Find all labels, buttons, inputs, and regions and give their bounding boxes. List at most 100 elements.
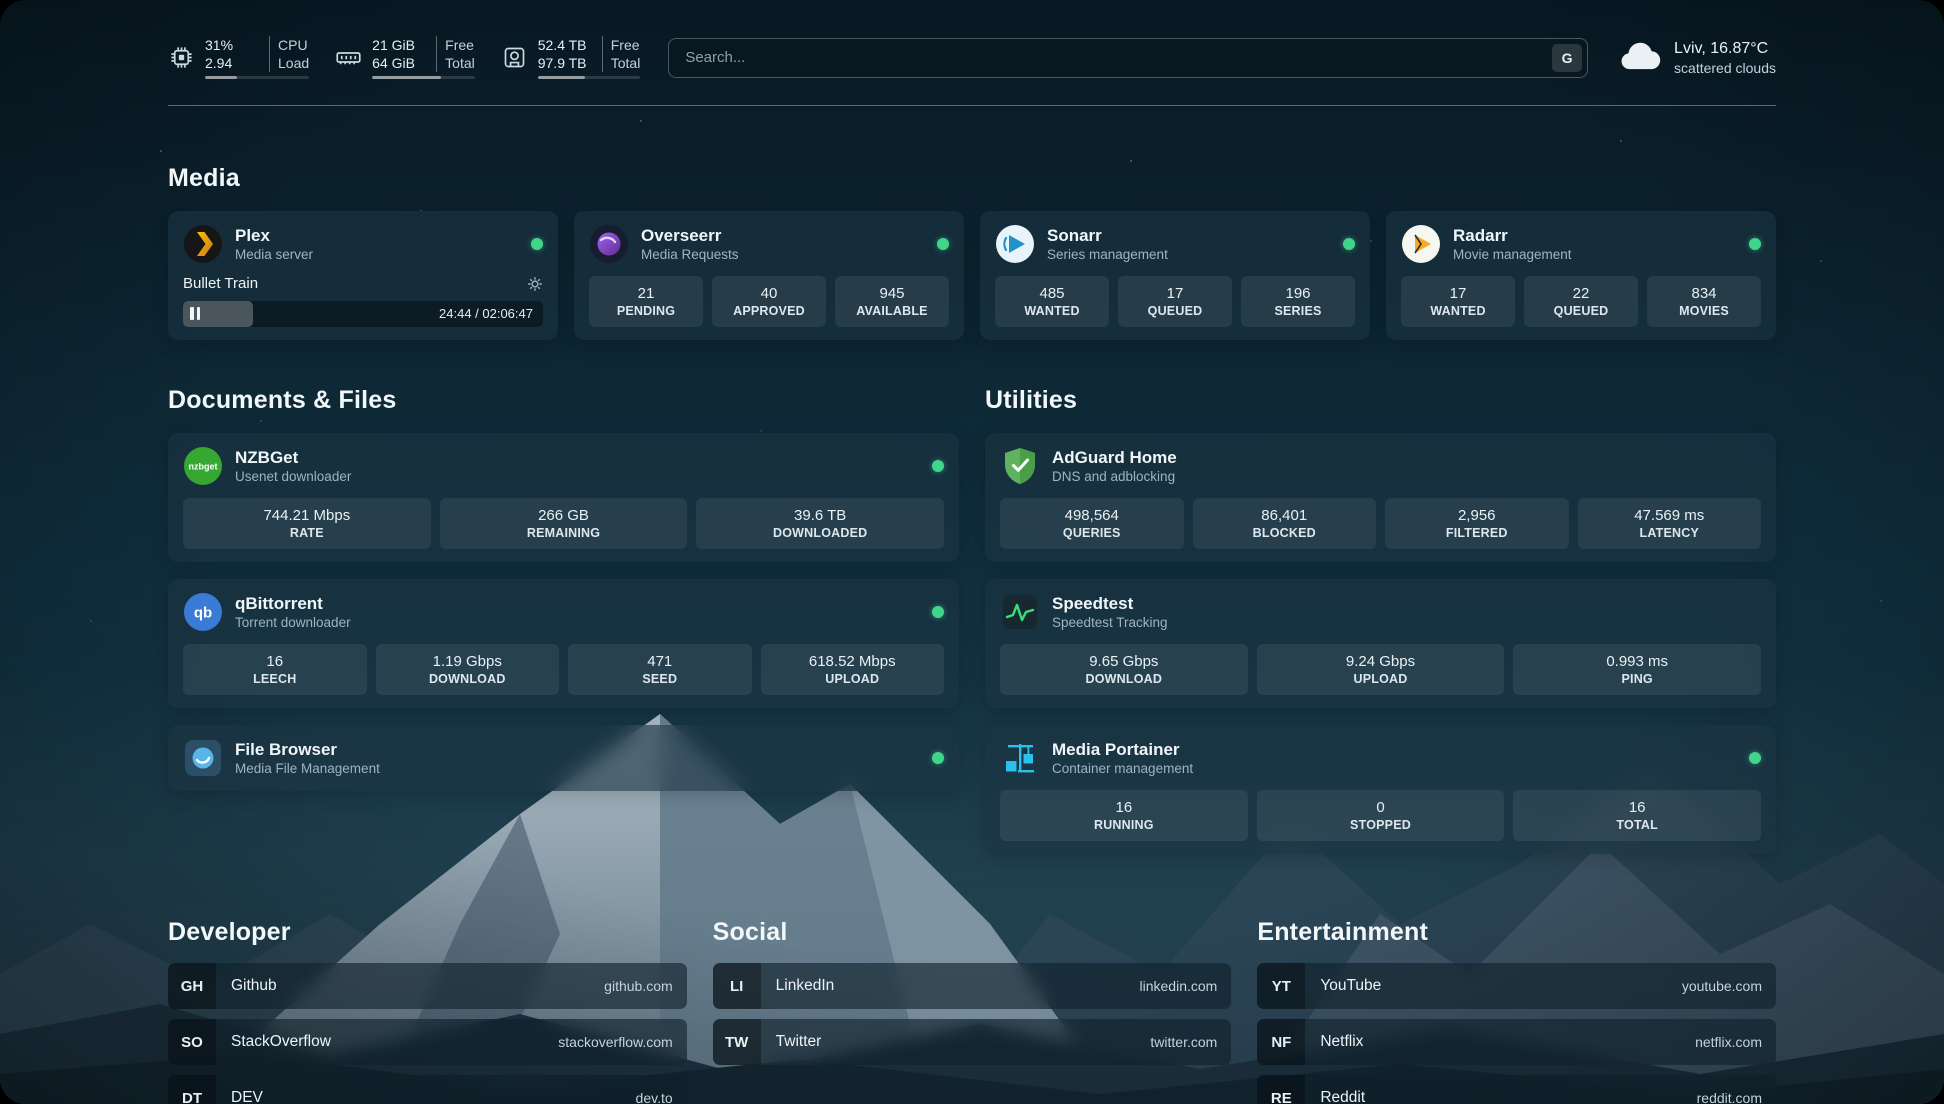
portainer-stat-stopped: 0 STOPPED — [1257, 790, 1505, 841]
section-entertainment: Entertainment YT YouTube youtube.com NF … — [1257, 918, 1776, 1104]
reddit-icon: RE — [1257, 1075, 1305, 1104]
bookmark-twitter[interactable]: TW Twitter twitter.com — [713, 1019, 1232, 1065]
bookmark-reddit[interactable]: RE Reddit reddit.com — [1257, 1075, 1776, 1104]
overseerr-stat-pending: 21 PENDING — [589, 276, 703, 327]
portainer-stat-running: 16 RUNNING — [1000, 790, 1248, 841]
portainer-name: Media Portainer — [1052, 739, 1193, 760]
cpu-load: 2.94 — [205, 54, 263, 72]
radarr-stat-queued: 22 QUEUED — [1524, 276, 1638, 327]
radarr-status-indicator — [1749, 238, 1761, 250]
memory-total-label: Total — [436, 54, 475, 72]
nzbget-stat-remaining: 266 GB REMAINING — [440, 498, 688, 549]
adguard-icon — [1000, 446, 1040, 486]
social-section-title: Social — [713, 918, 1232, 947]
memory-total: 64 GiB — [372, 54, 430, 72]
adguard-name: AdGuard Home — [1052, 447, 1177, 468]
sonarr-stat-series: 196 SERIES — [1241, 276, 1355, 327]
memory-free: 21 GiB — [372, 36, 430, 54]
section-documents-files: Documents & Files nzbget — [168, 386, 959, 854]
bookmark-netflix[interactable]: NF Netflix netflix.com — [1257, 1019, 1776, 1065]
youtube-icon: YT — [1257, 963, 1305, 1009]
qbittorrent-stat-download: 1.19 Gbps DOWNLOAD — [376, 644, 560, 695]
speedtest-stat-ping: 0.993 ms PING — [1513, 644, 1761, 695]
cpu-load-label: Load — [269, 54, 309, 72]
system-stats: 31%CPU 2.94Load 21 GiBFree 64 Gi — [168, 36, 640, 79]
entertainment-section-title: Entertainment — [1257, 918, 1776, 947]
weather-condition: scattered clouds — [1674, 59, 1776, 77]
search-bar[interactable]: G — [668, 38, 1588, 78]
qbittorrent-stat-upload: 618.52 Mbps UPLOAD — [761, 644, 945, 695]
adguard-stat-filtered: 2,956 FILTERED — [1385, 498, 1569, 549]
speedtest-stat-download: 9.65 Gbps DOWNLOAD — [1000, 644, 1248, 695]
dev-icon: DT — [168, 1075, 216, 1104]
sonarr-card[interactable]: Sonarr Series management 485 WANTED 17 Q… — [980, 211, 1370, 340]
portainer-card[interactable]: Media Portainer Container management 16 … — [985, 725, 1776, 854]
speedtest-card[interactable]: Speedtest Speedtest Tracking 9.65 Gbps D… — [985, 579, 1776, 708]
svg-text:qb: qb — [194, 605, 212, 622]
qbittorrent-icon: qb — [183, 592, 223, 632]
bookmark-github[interactable]: GH Github github.com — [168, 963, 687, 1009]
nzbget-name: NZBGet — [235, 447, 351, 468]
bookmark-linkedin[interactable]: LI LinkedIn linkedin.com — [713, 963, 1232, 1009]
disk-free: 52.4 TB — [538, 36, 596, 54]
weather-widget: Lviv, 16.87°C scattered clouds — [1616, 39, 1776, 77]
section-utilities: Utilities — [985, 386, 1776, 854]
header-divider — [168, 105, 1776, 106]
speedtest-stat-upload: 9.24 Gbps UPLOAD — [1257, 644, 1505, 695]
overseerr-icon — [589, 224, 629, 264]
pause-button[interactable] — [190, 307, 200, 320]
sonarr-name: Sonarr — [1047, 225, 1168, 246]
overseerr-stat-approved: 40 APPROVED — [712, 276, 826, 327]
developer-section-title: Developer — [168, 918, 687, 947]
speedtest-subtitle: Speedtest Tracking — [1052, 614, 1168, 631]
search-engine-button[interactable]: G — [1552, 44, 1582, 72]
nzbget-card[interactable]: nzbget NZBGet Usenet downloader 74 — [168, 433, 959, 562]
radarr-subtitle: Movie management — [1453, 246, 1572, 263]
radarr-name: Radarr — [1453, 225, 1572, 246]
nzbget-stat-downloaded: 39.6 TB DOWNLOADED — [696, 498, 944, 549]
radarr-card[interactable]: Radarr Movie management 17 WANTED 22 QUE… — [1386, 211, 1776, 340]
bookmark-youtube[interactable]: YT YouTube youtube.com — [1257, 963, 1776, 1009]
adguard-card[interactable]: AdGuard Home DNS and adblocking 498,564 … — [985, 433, 1776, 562]
bookmark-stackoverflow[interactable]: SO StackOverflow stackoverflow.com — [168, 1019, 687, 1065]
now-playing-title: Bullet Train — [183, 275, 258, 292]
memory-widget: 21 GiB Free 64 GiB Total — [335, 36, 475, 79]
radarr-icon — [1401, 224, 1441, 264]
memory-icon — [335, 44, 362, 71]
qbittorrent-status-indicator — [932, 606, 944, 618]
portainer-status-indicator — [1749, 752, 1761, 764]
memory-free-label: Free — [436, 36, 474, 54]
weather-location: Lviv, 16.87°C — [1674, 39, 1776, 59]
plex-subtitle: Media server — [235, 246, 313, 263]
adguard-subtitle: DNS and adblocking — [1052, 468, 1177, 485]
disk-total: 97.9 TB — [538, 54, 596, 72]
player-settings-gear-icon[interactable] — [527, 276, 543, 292]
filebrowser-subtitle: Media File Management — [235, 760, 380, 777]
sonarr-stat-wanted: 485 WANTED — [995, 276, 1109, 327]
nzbget-stat-rate: 744.21 Mbps RATE — [183, 498, 431, 549]
plex-status-indicator — [531, 238, 543, 250]
linkedin-icon: LI — [713, 963, 761, 1009]
dashboard-screen: 31%CPU 2.94Load 21 GiBFree 64 Gi — [0, 0, 1944, 1104]
playback-progress-bar[interactable]: 24:44 / 02:06:47 — [183, 301, 543, 327]
radarr-stat-movies: 834 MOVIES — [1647, 276, 1761, 327]
cpu-label: CPU — [269, 36, 308, 54]
adguard-stat-queries: 498,564 QUERIES — [1000, 498, 1184, 549]
portainer-subtitle: Container management — [1052, 760, 1193, 777]
plex-card[interactable]: Plex Media server Bullet Train — [168, 211, 558, 340]
overseerr-name: Overseerr — [641, 225, 739, 246]
github-icon: GH — [168, 963, 216, 1009]
filebrowser-icon — [183, 738, 223, 778]
overseerr-card[interactable]: Overseerr Media Requests 21 PENDING 40 A… — [574, 211, 964, 340]
bookmark-dev[interactable]: DT DEV dev.to — [168, 1075, 687, 1104]
section-developer: Developer GH Github github.com SO StackO… — [168, 918, 687, 1104]
sonarr-status-indicator — [1343, 238, 1355, 250]
cpu-chip-icon — [168, 44, 195, 71]
netflix-icon: NF — [1257, 1019, 1305, 1065]
qbittorrent-stat-leech: 16 LEECH — [183, 644, 367, 695]
filebrowser-card[interactable]: File Browser Media File Management — [168, 725, 959, 791]
portainer-icon — [1000, 738, 1040, 778]
search-input[interactable] — [683, 48, 1552, 67]
qbittorrent-card[interactable]: qb qBittorrent Torrent downloader — [168, 579, 959, 708]
overseerr-subtitle: Media Requests — [641, 246, 739, 263]
